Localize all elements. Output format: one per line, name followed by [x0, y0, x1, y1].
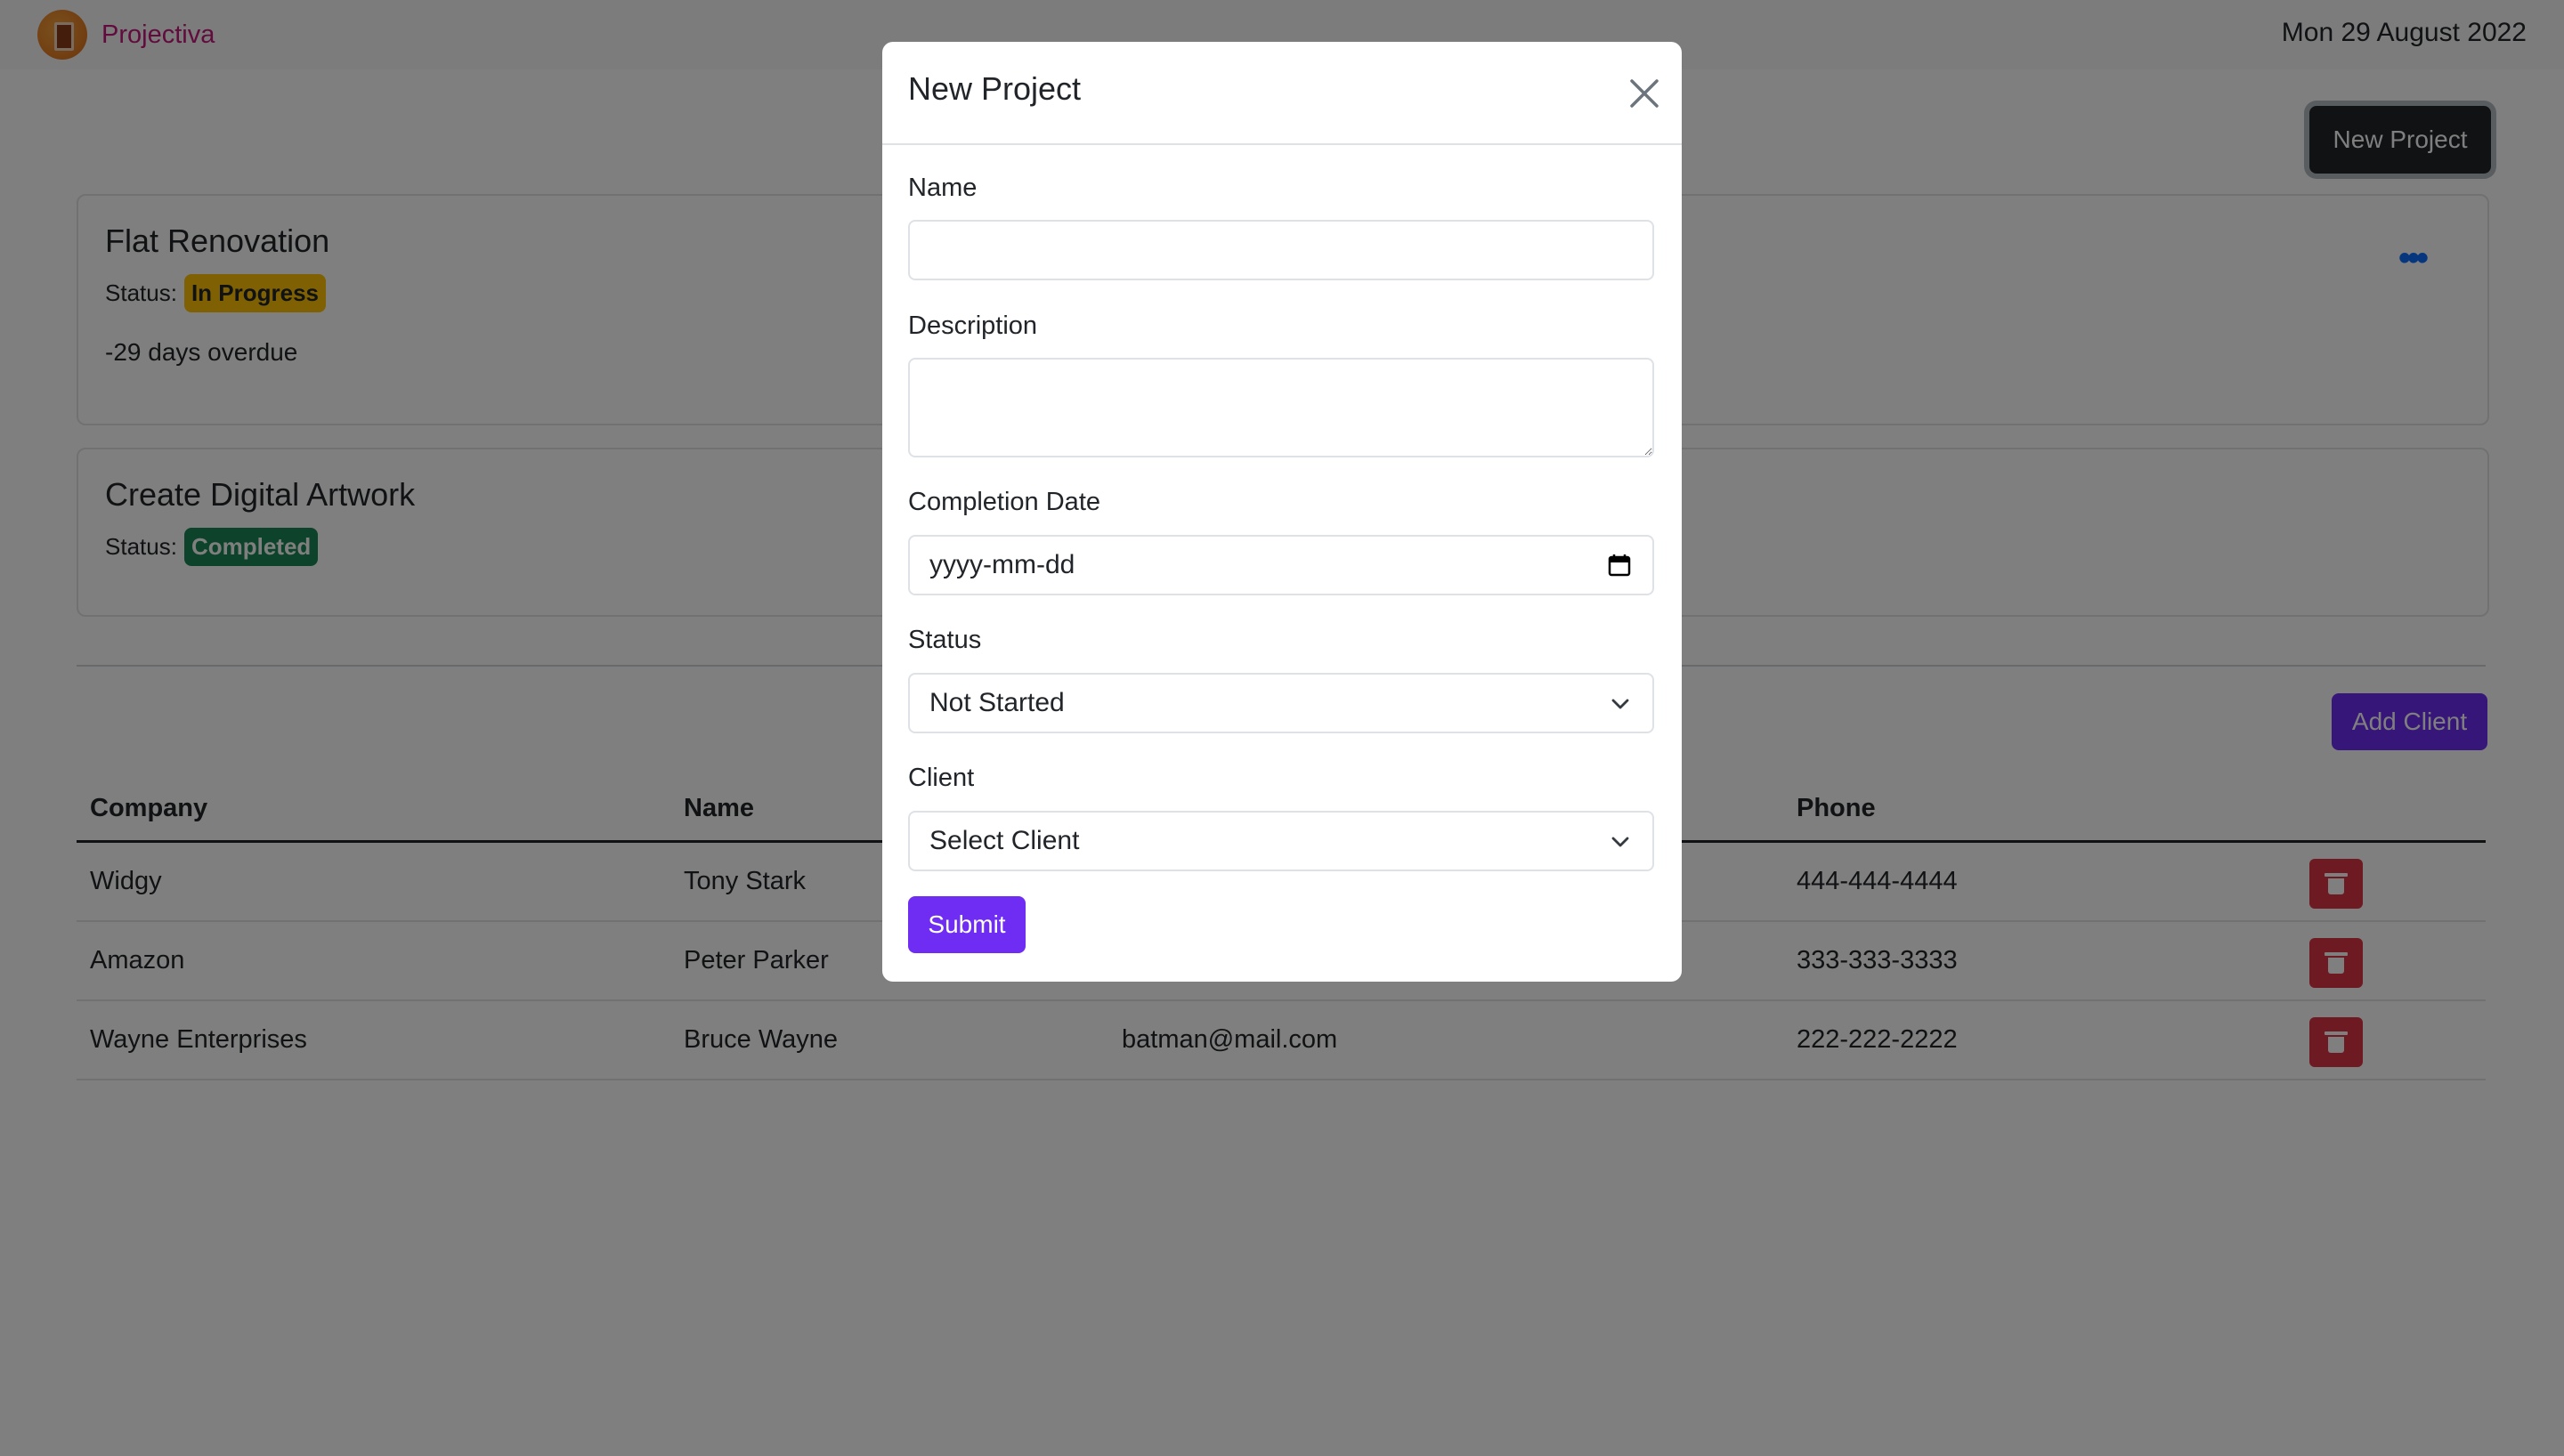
client-label: Client	[908, 764, 975, 792]
client-selected: Select Client	[929, 826, 1080, 855]
name-input[interactable]	[908, 220, 1654, 280]
completion-date-input[interactable]: yyyy-mm-dd	[908, 535, 1654, 595]
modal-title: New Project	[908, 70, 1082, 107]
modal-header: New Project	[882, 42, 1682, 145]
calendar-icon[interactable]	[1608, 554, 1631, 577]
close-button[interactable]	[1627, 76, 1662, 111]
submit-button[interactable]: Submit	[908, 896, 1026, 953]
client-select[interactable]: Select Client	[908, 811, 1654, 871]
status-selected: Not Started	[929, 688, 1065, 717]
description-label: Description	[908, 311, 1038, 340]
completion-date-label: Completion Date	[908, 488, 1100, 516]
description-input[interactable]	[908, 358, 1654, 457]
new-project-modal: New Project Name Description Completion …	[882, 42, 1682, 982]
chevron-down-icon	[1611, 699, 1629, 709]
date-placeholder: yyyy-mm-dd	[929, 550, 1075, 579]
status-select[interactable]: Not Started	[908, 673, 1654, 733]
chevron-down-icon	[1611, 837, 1629, 847]
close-icon	[1630, 79, 1659, 108]
status-label: Status	[908, 626, 982, 654]
name-label: Name	[908, 174, 978, 202]
